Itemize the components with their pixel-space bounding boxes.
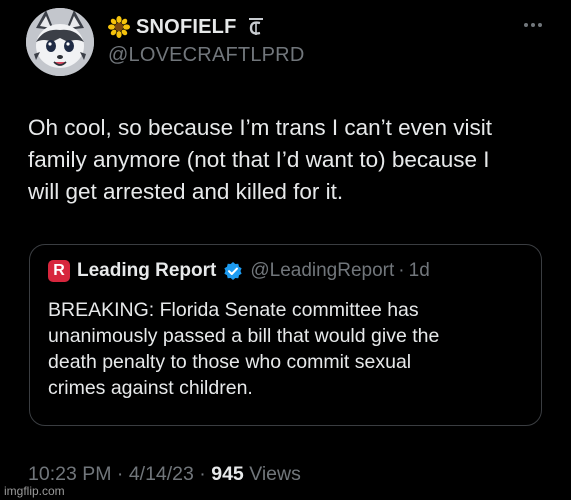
quoted-tweet[interactable]: R Leading Report @LeadingReport · 1d BRE… [29, 244, 542, 426]
tweet-text: Oh cool, so because I’m trans I can’t ev… [28, 112, 558, 208]
quoted-author-handle[interactable]: @LeadingReport [250, 260, 394, 282]
author-avatar[interactable] [26, 8, 94, 76]
quoted-tweet-header: R Leading Report @LeadingReport · 1d [48, 259, 430, 283]
quoted-text-line: crimes against children. [48, 377, 253, 399]
quoted-tweet-text: BREAKING: Florida Senate committee has u… [48, 297, 528, 401]
quoted-text-line: death penalty to those who commit sexual [48, 351, 412, 373]
author-handle[interactable]: @LOVECRAFTLPRD [108, 44, 304, 67]
author-display-name[interactable]: SNOFIELF [136, 16, 237, 39]
quoted-text-line: BREAKING: Florida Senate committee has [48, 299, 419, 321]
imgflip-watermark: imgflip.com [4, 484, 65, 498]
logo-letter: R [53, 262, 65, 279]
tweet-time[interactable]: 10:23 PM [28, 463, 111, 485]
name-symbol-icon [245, 16, 267, 38]
quoted-tweet-time[interactable]: 1d [409, 260, 430, 282]
more-dot [538, 23, 542, 27]
views-label: Views [249, 463, 301, 485]
views-count[interactable]: 945 [211, 463, 244, 485]
tweet-metadata: 10:23 PM · 4/14/23 · 945 Views [28, 463, 301, 486]
verified-badge-icon [223, 261, 243, 281]
tweet-text-line: will get arrested and killed for it. [28, 179, 344, 204]
quoted-author-name[interactable]: Leading Report [77, 260, 216, 282]
more-dot [524, 23, 528, 27]
more-dot [531, 23, 535, 27]
tweet-card: SNOFIELF @LOVECRAFTLPRD Oh cool, so beca… [0, 0, 571, 500]
quoted-text-line: unanimously passed a bill that would giv… [48, 325, 440, 347]
separator-dot: · [398, 260, 405, 281]
tweet-text-line: Oh cool, so because I’m trans I can’t ev… [28, 115, 492, 140]
separator-dot: · [116, 463, 124, 485]
tweet-date[interactable]: 4/14/23 [129, 463, 194, 485]
sunflower-icon [108, 16, 130, 38]
fox-character-icon [26, 8, 94, 76]
leading-report-logo: R [48, 260, 70, 282]
tweet-text-line: family anymore (not that I’d want to) be… [28, 147, 490, 172]
separator-dot: · [199, 463, 206, 485]
more-options-icon[interactable] [516, 14, 550, 36]
author-name-row: SNOFIELF [108, 14, 267, 40]
